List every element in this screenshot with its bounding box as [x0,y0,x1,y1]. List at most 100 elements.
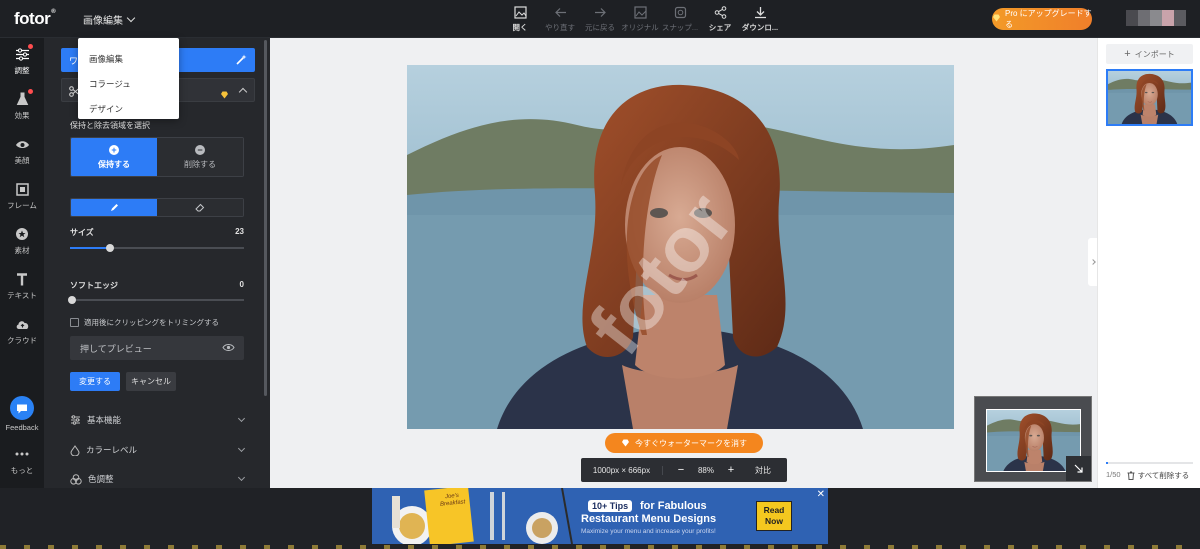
fit-compare-button[interactable]: 対比 [755,465,771,476]
accordion-color-level[interactable]: カラーレベル [70,444,246,456]
editor-mode-menu[interactable]: 画像編集 [83,12,136,27]
menu-item-collage[interactable]: コラージュ [78,71,179,96]
panel-scrollbar[interactable] [264,40,267,396]
text-icon [14,271,30,287]
download-button[interactable]: ダウンロ... [740,5,780,33]
premium-diamond-icon [220,86,229,104]
brush-button[interactable] [71,199,157,216]
select-area-label: 保持と除去領域を選択 [70,121,150,130]
image-list-footer: 1/50 すべて削除する [1106,470,1189,481]
size-slider-handle[interactable] [106,244,115,252]
ad-tips-badge: 10+ Tips [588,500,633,512]
rail-item-effects[interactable]: 効果 [0,89,44,121]
chevron-down-icon [237,473,246,482]
editor-mode-dropdown: 画像編集 コラージュ デザイン [78,38,179,119]
share-button[interactable]: シェア [700,5,740,33]
softedge-value: 0 [239,280,244,289]
accordion-color-adjust[interactable]: 色調整 [70,473,246,485]
sliders-icon [14,44,33,62]
cancel-button[interactable]: キャンセル [126,372,176,391]
magic-wand-icon [236,54,247,67]
edited-photo[interactable]: fotor [407,65,954,429]
open-button[interactable]: 開く [500,5,540,33]
share-icon [713,5,727,19]
menu-item-photo-edit[interactable]: 画像編集 [78,46,179,71]
original-button[interactable]: オリジナル [620,5,660,33]
fotor-logo[interactable]: fotor® [14,9,56,29]
keep-button[interactable]: + 保持する [71,138,157,176]
zoom-bar: 1000px × 666px − 88% + 対比 [581,458,787,482]
accordion-basic[interactable]: 基本機能 [70,414,246,426]
rail-item-beauty[interactable]: 美顔 [0,136,44,166]
rail-item-frame[interactable]: フレーム [0,181,44,211]
trim-after-apply-option[interactable]: 適用後にクリッピングをトリミングする [70,317,219,328]
softedge-slider[interactable] [68,296,244,304]
softedge-slider-handle[interactable] [68,296,76,304]
redo-button[interactable]: 元に戻る [580,5,620,33]
image-count: 1/50 [1106,470,1121,479]
ad-menu-card: Joe's Breakfast [424,488,474,544]
notification-dot [28,44,33,49]
more-dots-icon [14,446,30,462]
zoom-level: 88% [697,465,714,475]
eraser-icon [195,203,205,212]
eye-icon [222,343,235,354]
zoom-out-button[interactable]: − [671,464,691,476]
feedback-button[interactable]: Feedback [0,396,44,432]
ad-banner[interactable]: Joe's Breakfast 10+ Tips for Fabulous Re… [372,488,828,544]
ad-headline-1: for Fabulous [640,500,707,512]
image-dimensions: 1000px × 666px [581,465,663,475]
avatar[interactable] [1126,10,1186,26]
editor-mode-label: 画像編集 [83,16,123,27]
chat-icon [10,396,34,420]
trim-checkbox[interactable] [70,318,79,327]
size-slider-fill [70,247,111,249]
ad-close-icon[interactable]: ✕ [817,489,825,500]
snapshot-icon [673,5,687,19]
import-button[interactable]: + インポート [1106,44,1193,64]
open-image-icon [513,5,527,19]
rail-item-cloud[interactable]: クラウド [0,316,44,346]
rail-item-adjust[interactable]: 調整 [0,44,44,76]
remove-watermark-button[interactable]: 今すぐウォーターマークを消す [605,433,763,453]
softedge-row: ソフトエッジ 0 [70,280,244,291]
size-slider[interactable] [70,244,244,252]
ad-headline-2: Restaurant Menu Designs [581,513,717,525]
chevron-right-icon [1089,259,1096,265]
brush-eraser-toggle [70,198,244,217]
snapshot-button[interactable]: スナップ... [660,5,700,33]
zoom-in-button[interactable]: + [721,464,741,476]
collapse-navigator-button[interactable] [1066,456,1091,481]
menu-item-design[interactable]: デザイン [78,96,179,121]
size-row: サイズ 23 [70,227,244,238]
rail-item-more[interactable]: もっと [0,446,44,476]
rail-item-elements[interactable]: 素材 [0,226,44,256]
ad-bar: Joe's Breakfast 10+ Tips for Fabulous Re… [0,488,1200,549]
undo-icon [553,5,567,19]
apply-button[interactable]: 変更する [70,372,120,391]
size-label: サイズ [70,228,94,237]
undo-button[interactable]: やり直す [540,5,580,33]
droplet-icon [70,444,80,456]
chevron-down-icon [126,13,136,23]
image-thumbnail[interactable] [1106,69,1193,126]
size-value: 23 [235,227,244,236]
top-bar: fotor® 画像編集 開く やり直す 元に戻る オリジナル スナップ... シ… [0,0,1200,38]
upgrade-pro-button[interactable]: Pro にアップグレードする [992,8,1092,30]
decorative-strip [0,545,1200,549]
sliders-icon [71,415,80,425]
notification-dot [28,89,33,94]
image-list-panel: + インポート 1/50 すべて削除する [1097,38,1200,488]
keep-remove-toggle: + 保持する − 削除する [70,137,244,177]
navigator-minimap[interactable] [974,396,1092,482]
delete-all-button[interactable]: すべて削除する [1127,470,1189,481]
press-to-preview-button[interactable]: 押してプレビュー [70,336,244,360]
right-panel-collapse-tab[interactable] [1088,238,1097,286]
rail-item-text[interactable]: テキスト [0,271,44,301]
image-count-progress-fill [1106,462,1108,464]
eraser-button[interactable] [157,199,243,216]
remove-button[interactable]: − 削除する [157,138,243,176]
diamond-icon [622,439,629,447]
ad-read-now-button[interactable]: Read Now [756,501,792,531]
flask-icon [14,89,33,107]
